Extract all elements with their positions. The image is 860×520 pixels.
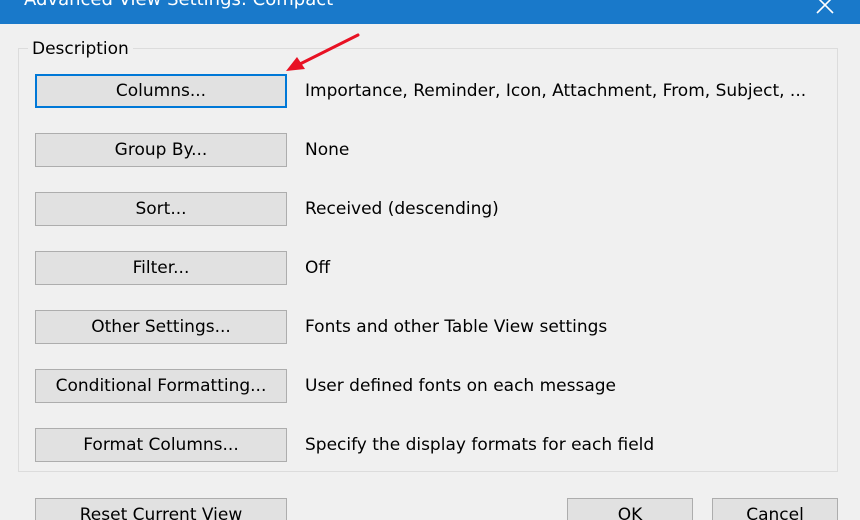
ok-button[interactable]: OK (567, 498, 693, 520)
other-settings-description: Fonts and other Table View settings (305, 317, 608, 337)
filter-button[interactable]: Filter... (35, 251, 287, 285)
conditional-formatting-button[interactable]: Conditional Formatting... (35, 369, 287, 403)
other-settings-button[interactable]: Other Settings... (35, 310, 287, 344)
red-arrow-icon (286, 33, 360, 71)
title-bar: Advanced View Settings: Compact (0, 0, 860, 24)
window-title: Advanced View Settings: Compact (24, 0, 333, 12)
sort-description: Received (descending) (305, 199, 499, 219)
close-icon[interactable] (808, 0, 842, 22)
group-by-description: None (305, 140, 350, 160)
filter-description: Off (305, 258, 331, 278)
format-columns-button[interactable]: Format Columns... (35, 428, 287, 462)
columns-description: Importance, Reminder, Icon, Attachment, … (305, 81, 807, 101)
columns-button[interactable]: Columns... (35, 74, 287, 108)
reset-current-view-button[interactable]: Reset Current View (35, 498, 287, 520)
group-by-button[interactable]: Group By... (35, 133, 287, 167)
conditional-formatting-description: User defined fonts on each message (305, 376, 617, 396)
sort-button[interactable]: Sort... (35, 192, 287, 226)
format-columns-description: Specify the display formats for each fie… (305, 435, 655, 455)
advanced-view-settings-dialog: Advanced View Settings: Compact Descript… (0, 0, 860, 520)
description-group-label: Description (28, 38, 133, 60)
cancel-button[interactable]: Cancel (712, 498, 838, 520)
